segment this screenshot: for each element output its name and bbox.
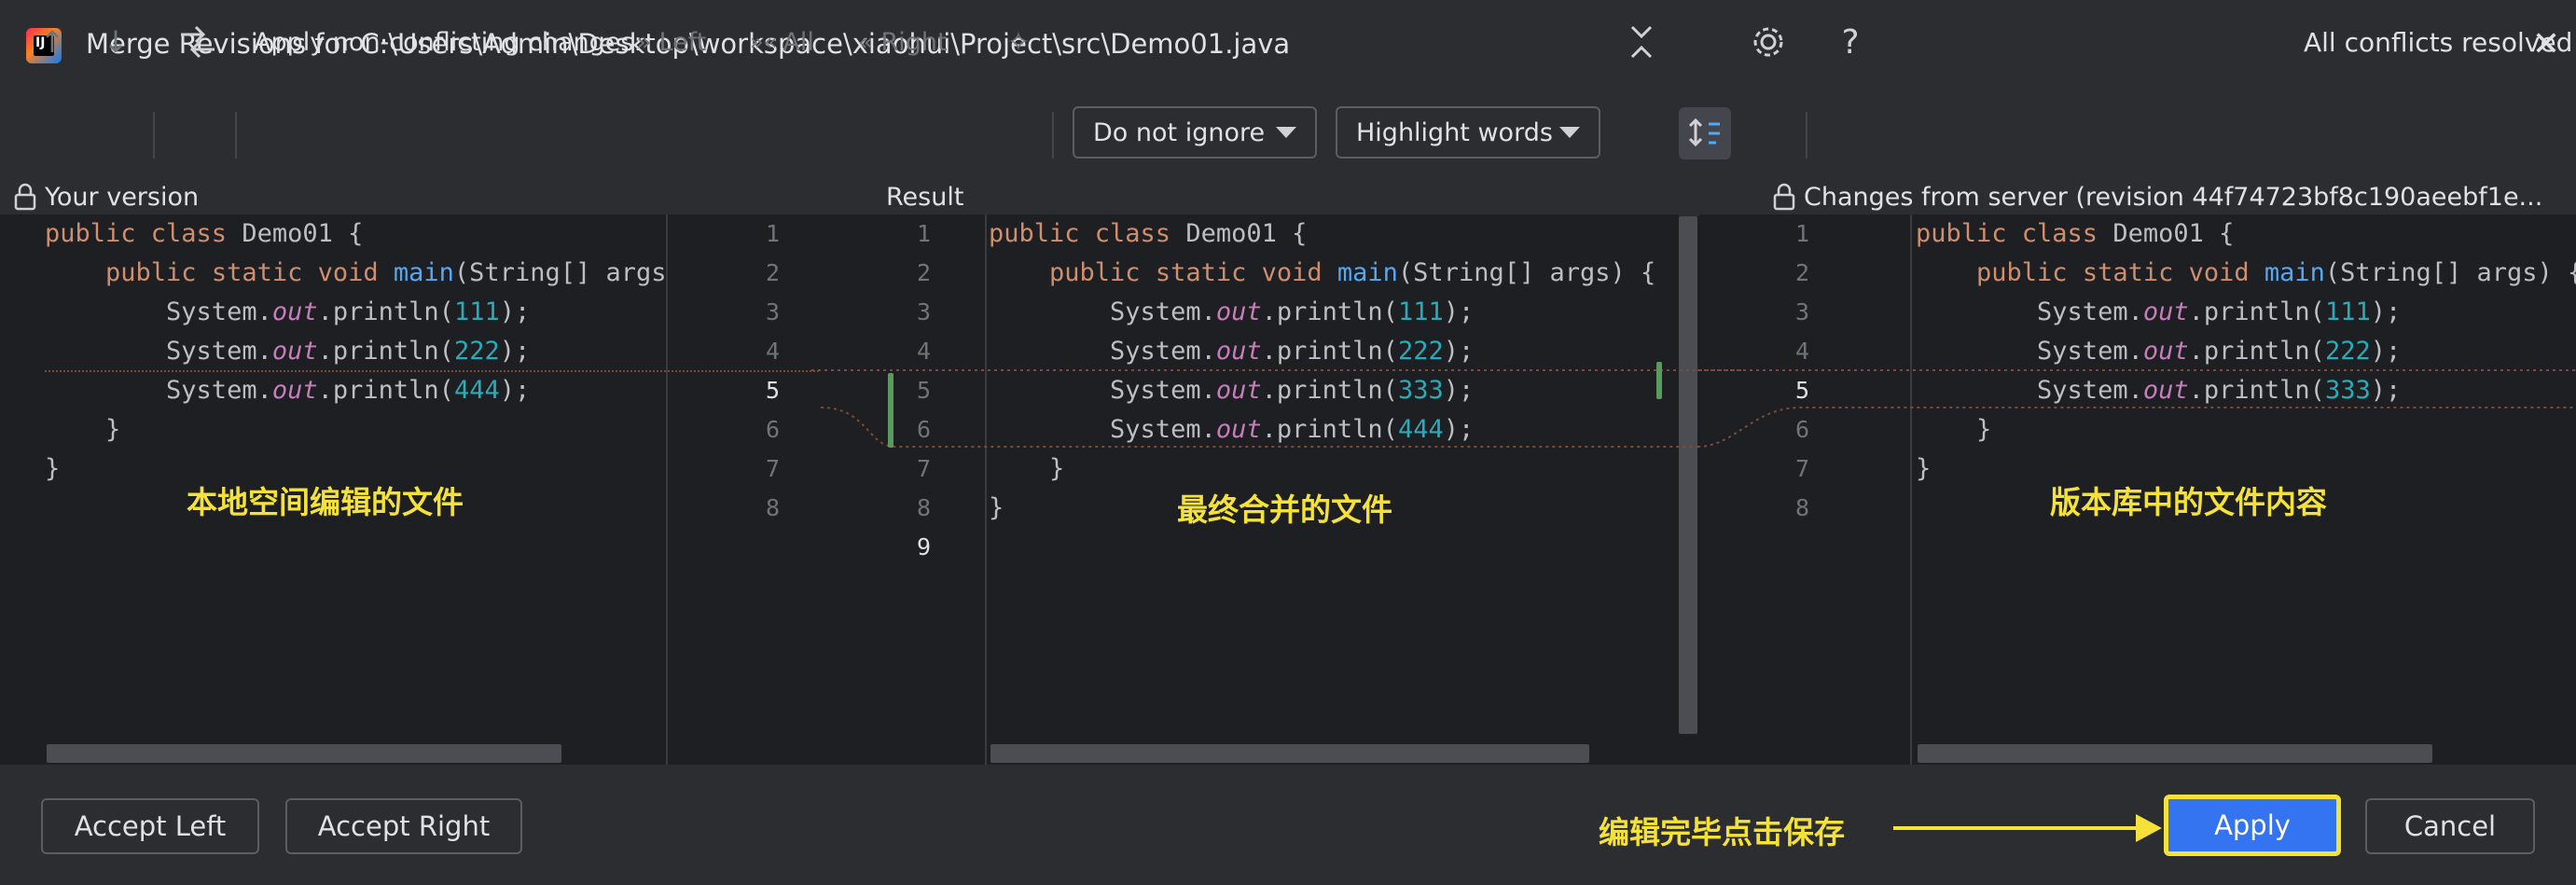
apply-non-conflicting-label: Apply non-conflicting changes:: [254, 27, 643, 57]
line-number: 8: [765, 494, 780, 521]
line-number: 2: [916, 259, 931, 286]
apply-right-label: Right: [880, 27, 948, 57]
change-connector: [811, 369, 1744, 448]
result-change-marker: [1656, 362, 1662, 399]
lock-icon: [1773, 183, 1795, 211]
your-version-code: public class Demo01 { public static void…: [45, 219, 667, 483]
double-chevron-right-icon: »: [636, 27, 652, 57]
apply-all-label: All: [782, 27, 814, 57]
line-number: 1: [916, 220, 931, 247]
line-number: 7: [916, 455, 931, 482]
toolbar-separator: [153, 112, 155, 159]
result-change-marker: [888, 373, 893, 448]
line-number: 1: [1794, 220, 1809, 247]
line-number: 1: [765, 220, 780, 247]
toolbar-separator: [235, 112, 237, 159]
next-difference-button[interactable]: ↓: [91, 0, 140, 84]
right-horizontal-scrollbar[interactable]: [1918, 744, 2432, 763]
line-number: 4: [916, 338, 931, 365]
synchronize-scrolling-toggle[interactable]: [1679, 107, 1731, 159]
apply-button[interactable]: Apply: [2164, 795, 2341, 856]
whitespace-ignore-dropdown[interactable]: Do not ignore: [1073, 106, 1317, 159]
conflict-status-text: All conflicts resolved: [2304, 26, 2573, 58]
question-mark-icon: ?: [1841, 22, 1860, 62]
annotation-arrow-head: [2136, 814, 2162, 842]
chevrons-both-icon: »«: [750, 29, 778, 55]
line-number: 4: [1794, 338, 1809, 365]
gear-icon: [1744, 18, 1793, 66]
line-number: 9: [916, 533, 931, 560]
right-header-label: Changes from server (revision 44f74723bf…: [1804, 182, 2543, 212]
annotation-save-hint: 编辑完毕点击保存: [1599, 814, 1845, 850]
line-number: 8: [1794, 494, 1809, 521]
apply-left-label: Left: [658, 27, 707, 57]
resolve-conflicts-button[interactable]: [173, 0, 222, 84]
center-header: Result: [886, 177, 1073, 216]
result-horizontal-scrollbar[interactable]: [990, 744, 1589, 763]
collapse-icon: [1617, 18, 1666, 66]
line-number: 2: [1794, 259, 1809, 286]
left-header: Your version: [13, 177, 647, 216]
center-header-label: Result: [886, 182, 964, 212]
change-connector-right: [1697, 369, 2576, 448]
line-number: 2: [765, 259, 780, 286]
accept-left-button[interactable]: Accept Left: [41, 798, 259, 854]
line-number: 5: [765, 377, 780, 404]
line-number: 3: [765, 298, 780, 325]
left-horizontal-scrollbar[interactable]: [47, 744, 561, 763]
chevron-down-icon: [1276, 127, 1296, 138]
annotation-repo-file: 版本库中的文件内容: [2050, 484, 2327, 520]
accept-right-button[interactable]: Accept Right: [285, 798, 522, 854]
change-boundary-line: [45, 370, 819, 372]
highlight-mode-dropdown[interactable]: Highlight words: [1336, 106, 1600, 159]
line-number: 8: [916, 494, 931, 521]
highlight-mode-value: Highlight words: [1356, 118, 1553, 147]
cancel-button[interactable]: Cancel: [2365, 798, 2535, 854]
apply-left-button[interactable]: » Left: [636, 0, 706, 84]
left-gutter: [668, 214, 985, 765]
apply-right-button[interactable]: «Right: [858, 0, 948, 84]
toolbar-separator: [1052, 112, 1054, 159]
annotation-merged-file: 最终合并的文件: [1177, 491, 1392, 528]
double-chevron-left-icon: «: [858, 27, 874, 57]
merge-arrows-icon: [173, 18, 222, 66]
chevron-down-icon: [1559, 127, 1580, 138]
help-button[interactable]: ?: [1826, 0, 1875, 84]
settings-button[interactable]: [1744, 0, 1793, 84]
left-header-label: Your version: [45, 182, 200, 212]
collapse-unchanged-button[interactable]: [1617, 0, 1666, 84]
line-number: 4: [765, 338, 780, 365]
annotation-arrow-line: [1893, 826, 2140, 830]
magic-wand-icon: ✧: [1006, 25, 1031, 59]
line-number: 3: [1794, 298, 1809, 325]
sync-scroll-icon: [1688, 118, 1720, 147]
whitespace-ignore-value: Do not ignore: [1093, 118, 1266, 147]
line-number: 7: [765, 455, 780, 482]
apply-all-button[interactable]: »« All: [750, 0, 814, 84]
result-vertical-scrollbar[interactable]: [1679, 216, 1697, 734]
right-gutter: [1699, 214, 1910, 765]
magic-resolve-button[interactable]: ✧: [994, 0, 1043, 84]
toolbar-separator: [1806, 112, 1807, 159]
line-number: 6: [765, 416, 780, 443]
annotation-local-file: 本地空间编辑的文件: [187, 484, 464, 520]
arrow-down-icon: ↓: [103, 24, 129, 60]
line-number: 3: [916, 298, 931, 325]
line-number: 7: [1794, 455, 1809, 482]
right-header: Changes from server (revision 44f74723bf…: [1772, 177, 2565, 216]
lock-icon: [14, 183, 36, 211]
